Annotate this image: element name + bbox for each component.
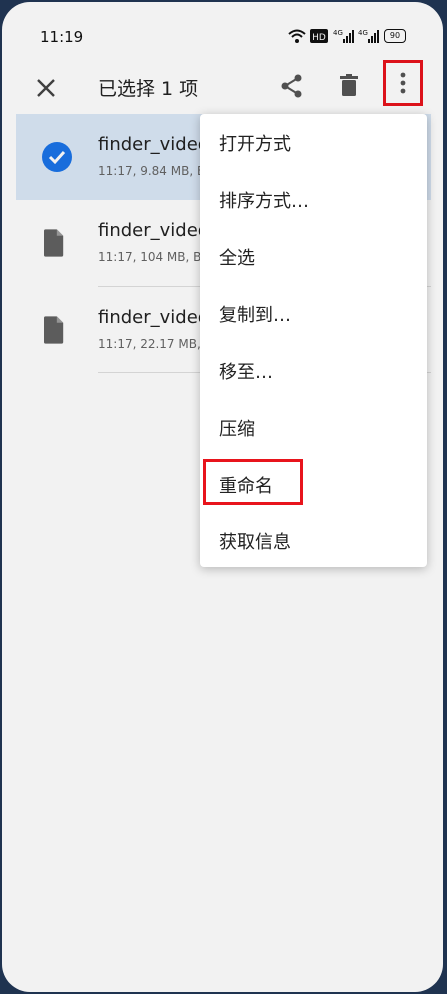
file-icon: [44, 316, 64, 344]
share-button[interactable]: [278, 72, 306, 100]
menu-item-label: 移至…: [219, 362, 273, 383]
menu-item-compress[interactable]: 压缩: [200, 399, 427, 455]
battery-icon: 90: [384, 29, 406, 43]
check-circle-icon: [42, 142, 72, 172]
file-meta: 11:17, 104 MB, BIN: [98, 250, 214, 264]
menu-item-label: 打开方式: [219, 134, 291, 155]
hd-icon: HD: [310, 29, 328, 43]
svg-text:4G: 4G: [333, 29, 343, 37]
menu-item-move-to[interactable]: 移至…: [200, 342, 427, 398]
wifi-icon: [288, 29, 306, 43]
menu-item-label: 排序方式…: [219, 191, 309, 212]
phone-frame: 11:19 HD 4G 4G 90 已选择 1 项 finder_video_ …: [0, 0, 447, 994]
menu-item-label: 获取信息: [219, 532, 291, 553]
svg-text:4G: 4G: [358, 29, 368, 37]
battery-level: 90: [389, 31, 401, 40]
trash-icon: [340, 74, 358, 96]
file-meta: 11:17, 9.84 MB, BI: [98, 164, 209, 178]
action-bar: 已选择 1 项: [2, 60, 443, 116]
selection-title: 已选择 1 项: [98, 78, 199, 100]
menu-item-select-all[interactable]: 全选: [200, 228, 427, 284]
rename-highlight-box: [203, 459, 303, 505]
file-meta: 11:17, 22.17 MB, BI: [98, 337, 217, 351]
signal-4g-icon: 4G: [333, 29, 354, 43]
screen: 11:19 HD 4G 4G 90 已选择 1 项 finder_video_ …: [2, 2, 443, 992]
status-bar: 11:19 HD 4G 4G 90: [2, 2, 443, 60]
signal-4g-icon-2: 4G: [358, 29, 379, 43]
menu-item-label: 全选: [219, 248, 255, 269]
more-vert-icon: [400, 72, 406, 94]
menu-item-label: 复制到…: [219, 305, 291, 326]
menu-item-label: 压缩: [219, 419, 255, 440]
menu-item-copy-to[interactable]: 复制到…: [200, 285, 427, 341]
share-icon: [281, 74, 302, 98]
svg-text:HD: HD: [312, 33, 326, 43]
more-options-button[interactable]: [383, 60, 423, 106]
close-icon: [37, 79, 55, 97]
menu-item-get-info[interactable]: 获取信息: [200, 512, 427, 568]
menu-item-sort-by[interactable]: 排序方式…: [200, 171, 427, 227]
status-time: 11:19: [40, 28, 84, 46]
close-button[interactable]: [30, 72, 62, 104]
menu-item-open-with[interactable]: 打开方式: [200, 114, 427, 170]
file-icon: [44, 229, 64, 257]
delete-button[interactable]: [335, 72, 363, 100]
